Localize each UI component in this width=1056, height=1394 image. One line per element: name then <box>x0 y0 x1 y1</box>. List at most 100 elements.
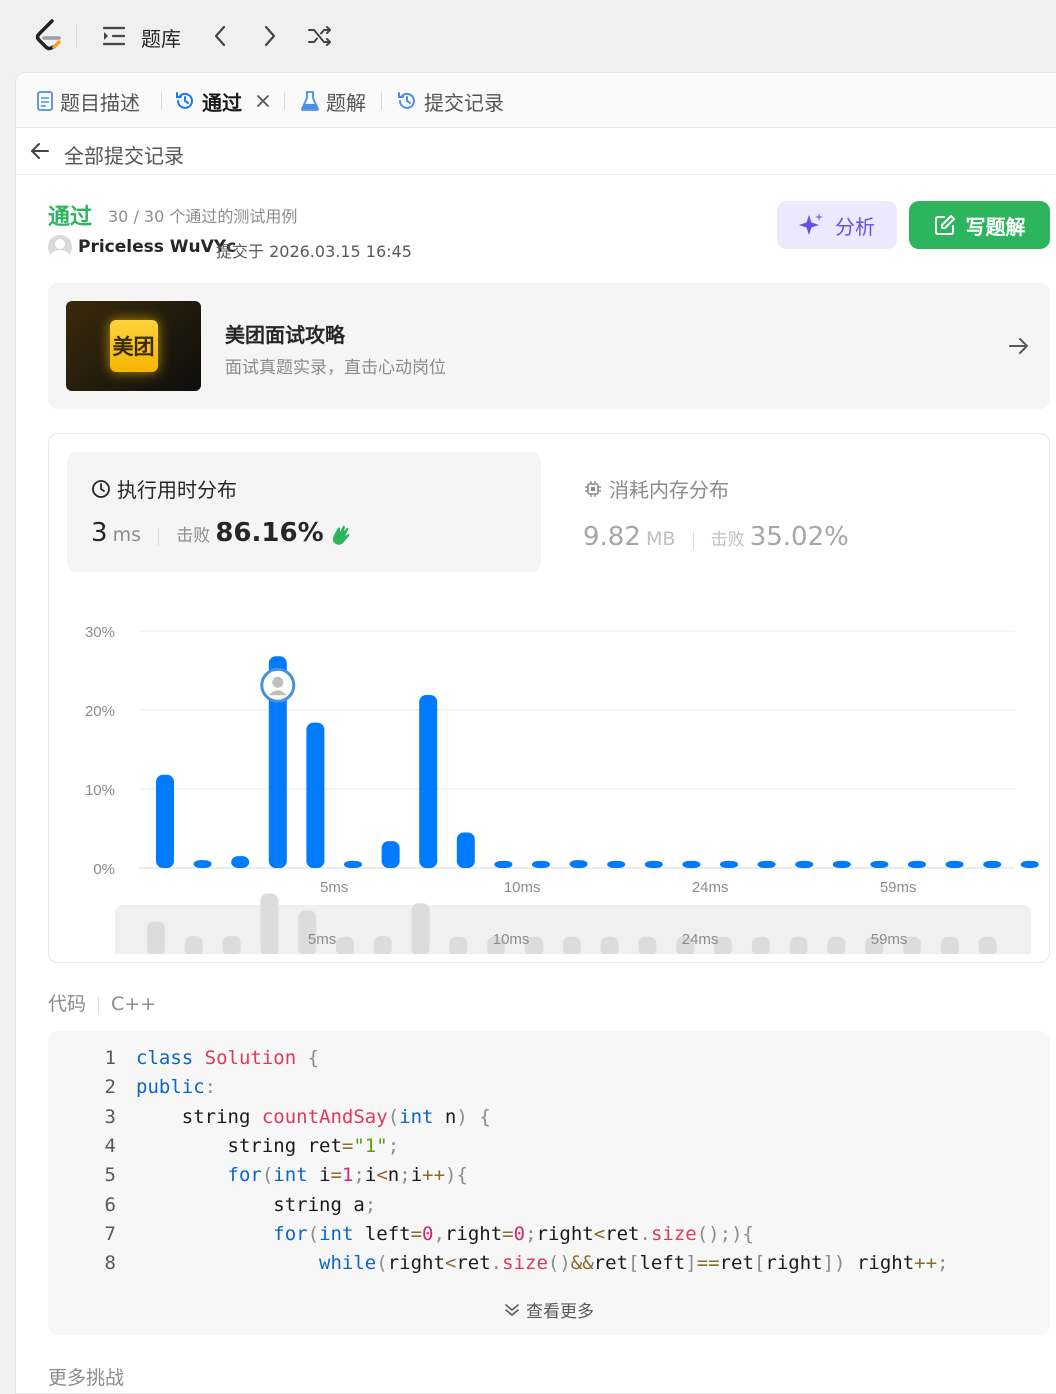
minimap-bar <box>751 936 770 954</box>
chart-bar <box>419 694 438 868</box>
back-to-all-submissions[interactable]: 全部提交记录 <box>16 128 1056 175</box>
chevron-right-icon[interactable] <box>256 22 284 50</box>
top-bar: 题库 <box>0 0 1056 72</box>
submission-panel: 题目描述 通过 题解 提交记录 全部提交记录 通过 30 / 30 个通过的测试… <box>15 72 1056 1394</box>
minimap-bar <box>449 936 468 954</box>
chevron-left-icon[interactable] <box>206 22 234 50</box>
meituan-badge: 美团 <box>109 320 158 372</box>
minimap-bar <box>373 936 392 954</box>
minimap-bar <box>789 936 808 954</box>
list-menu-icon[interactable] <box>100 22 128 50</box>
y-tick-label: 20% <box>85 703 115 720</box>
tab-label: 提交记录 <box>424 90 504 115</box>
divider <box>158 527 160 546</box>
tab-accepted[interactable]: 通过 <box>174 87 276 115</box>
runtime-title: 执行用时分布 <box>117 478 237 502</box>
runtime-distribution-chart: 30% 20% 10% 0% 5ms 10ms 24ms 59ms 5ms 10ms 24ms 59m… <box>85 624 1039 954</box>
x-tick-label: 10ms <box>504 879 541 896</box>
line-content: for(int i=1;i<n;i++){ <box>227 1164 468 1187</box>
chart-bar <box>231 856 250 868</box>
runtime-beat-value: 86.16% <box>215 518 324 548</box>
x-tick-label: 24ms <box>692 879 729 896</box>
tab-description[interactable]: 题目描述 <box>36 87 140 115</box>
write-solution-button[interactable]: 写题解 <box>909 201 1050 249</box>
minimap-tick-label: 10ms <box>493 931 530 948</box>
line-number: 5 <box>104 1164 116 1187</box>
minimap-bar <box>978 936 997 954</box>
tab-label: 题目描述 <box>60 90 140 115</box>
minimap-bar <box>600 936 619 954</box>
minimap-bar <box>260 893 279 954</box>
clock-icon <box>92 479 110 498</box>
tab-label: 题解 <box>326 90 366 115</box>
chart-bar <box>795 860 814 868</box>
edit-icon <box>934 215 955 235</box>
line-content: string a; <box>136 1193 377 1216</box>
chart-bar <box>983 860 1002 868</box>
chart-bar <box>156 774 174 868</box>
avatar-marker-head <box>272 676 284 688</box>
line-content: while(right<ret.size()&&ret[left]==ret[r… <box>319 1252 949 1275</box>
memory-beat-value: 35.02% <box>749 522 849 552</box>
close-icon[interactable] <box>256 94 276 108</box>
line-number: 7 <box>104 1222 116 1245</box>
analyze-label: 分析 <box>835 214 875 239</box>
line-number: 1 <box>104 1047 116 1069</box>
minimap-bar <box>940 936 959 954</box>
minimap-bar <box>827 936 846 954</box>
topbar-divider <box>76 24 77 48</box>
chart-bar <box>381 841 400 868</box>
show-more-button[interactable]: 查看更多 <box>48 1297 1050 1323</box>
avatar[interactable] <box>48 235 72 259</box>
history-icon <box>176 92 193 109</box>
runtime-beat-label: 击败 <box>176 526 211 546</box>
memory-beat-label: 击败 <box>710 530 745 550</box>
chart-bar <box>908 860 926 868</box>
document-icon <box>37 91 53 111</box>
tab-divider <box>381 92 382 110</box>
tab-solutions[interactable]: 题解 <box>300 87 366 115</box>
x-tick-label: 59ms <box>880 879 917 896</box>
chart-bar <box>494 860 513 868</box>
username[interactable]: Priceless WuVYc <box>78 237 236 257</box>
double-chevron-down-icon <box>504 1302 520 1323</box>
arrow-right-icon[interactable] <box>1008 335 1030 361</box>
clap-icon <box>329 523 353 551</box>
history-icon <box>398 92 415 109</box>
chart-bar <box>832 860 851 868</box>
chart-bar <box>607 860 626 868</box>
line-content: class Solution { <box>136 1047 320 1069</box>
tab-divider <box>284 92 285 110</box>
sparkle-icon <box>799 213 823 235</box>
chip-icon <box>585 480 601 497</box>
chart-bar <box>945 860 964 868</box>
meituan-logo: 美团 <box>66 301 201 391</box>
tab-bar: 题目描述 通过 题解 提交记录 <box>16 73 1056 128</box>
analyze-button[interactable]: 分析 <box>777 201 897 249</box>
memory-value: 9.82 <box>583 522 641 552</box>
chart-bar <box>344 860 362 868</box>
runtime-card[interactable]: 执行用时分布 3 ms 击败 86.16% <box>67 452 541 572</box>
minimap-bar <box>147 921 165 954</box>
problem-list-label[interactable]: 题库 <box>141 23 181 52</box>
y-tick-label: 10% <box>85 782 115 799</box>
line-number: 4 <box>104 1134 116 1157</box>
promo-subtitle: 面试真题实录，直击心动岗位 <box>225 358 446 378</box>
performance-section: 执行用时分布 3 ms 击败 86.16% 消耗内存分布 9.82 MB 击败 … <box>48 433 1050 963</box>
line-number: 2 <box>104 1076 116 1099</box>
test-cases-passed: 30 / 30 个通过的测试用例 <box>108 207 298 226</box>
tab-submissions[interactable]: 提交记录 <box>396 87 504 115</box>
arrow-left-icon[interactable] <box>30 141 50 165</box>
flask-icon <box>301 91 319 111</box>
shuffle-icon[interactable] <box>306 22 334 50</box>
leetcode-logo[interactable] <box>32 18 66 54</box>
line-number: 3 <box>104 1105 116 1128</box>
back-label[interactable]: 全部提交记录 <box>64 140 184 169</box>
code-label: 代码 <box>48 993 87 1015</box>
chart-bar <box>644 860 663 868</box>
line-content: public: <box>136 1076 217 1099</box>
promo-card[interactable]: 美团 美团面试攻略 面试真题实录，直击心动岗位 <box>48 283 1050 409</box>
memory-card[interactable]: 消耗内存分布 9.82 MB 击败 35.02% <box>583 452 1023 572</box>
chart-bar <box>569 860 588 868</box>
code-block[interactable]: 查看更多 1 class Solution {2 public: 3 string c… <box>48 1031 1050 1335</box>
